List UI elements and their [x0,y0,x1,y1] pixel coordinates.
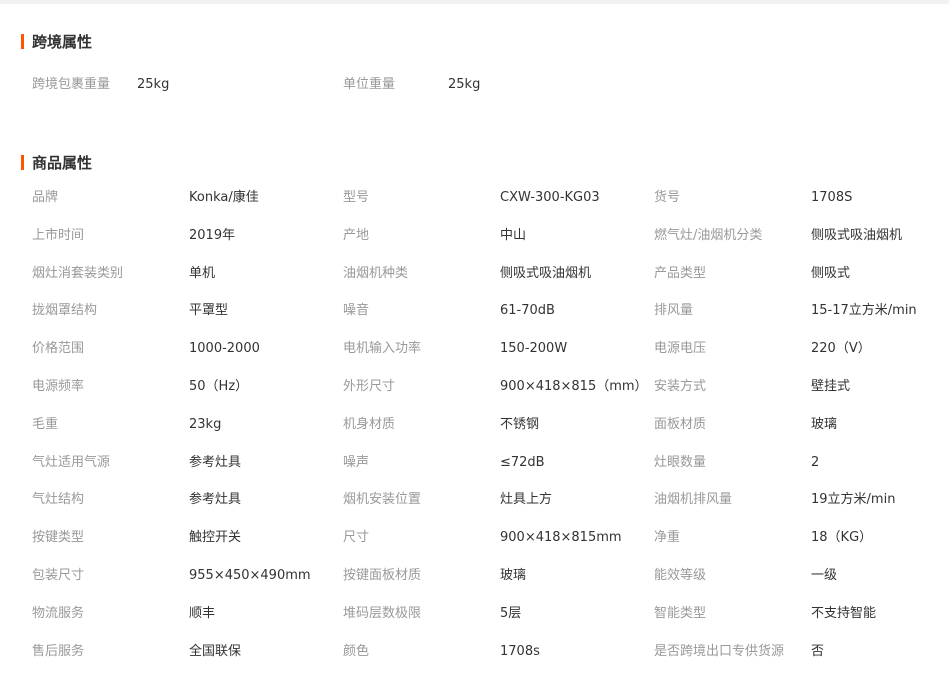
attr-value: 玻璃 [811,417,838,432]
attr-label: 电源频率 [32,379,85,394]
attr-value: 18（KG） [811,530,873,545]
attr-label: 品牌 [32,190,59,205]
attr-label: 型号 [343,190,370,205]
attr-label: 气灶适用气源 [32,455,111,470]
attr-label: 灶眼数量 [654,455,707,470]
attr-label: 噪音 [343,303,370,318]
attr-label: 售后服务 [32,644,85,659]
attr-label: 智能类型 [654,606,707,621]
attr-value: CXW-300-KG03 [500,190,600,205]
attr-value: 900×418×815mm [500,530,622,545]
attr-label: 物流服务 [32,606,85,621]
attr-value: 1708s [500,644,540,659]
attr-label: 净重 [654,530,681,545]
attr-value: 灶具上方 [500,492,553,507]
attr-label: 产品类型 [654,266,707,281]
attr-label: 机身材质 [343,417,396,432]
attr-label: 跨境包裹重量 [32,77,111,92]
attr-value: 1000-2000 [189,341,260,356]
attr-value: 19立方米/min [811,492,896,507]
attr-label: 面板材质 [654,417,707,432]
attr-value: 参考灶具 [189,455,242,470]
attr-value: 150-200W [500,341,568,356]
product-title-text: 商品属性 [32,153,93,172]
attr-value: 61-70dB [500,303,555,318]
attr-label: 价格范围 [32,341,85,356]
attr-label: 噪声 [343,455,370,470]
attr-value: 5层 [500,606,522,621]
attr-label: 堆码层数极限 [343,606,422,621]
attr-label: 尺寸 [343,530,370,545]
attr-value: 2 [811,455,820,470]
attr-value: ≤72dB [500,455,545,470]
attr-value: 参考灶具 [189,492,242,507]
attr-label: 电机输入功率 [343,341,422,356]
section-accent-bar [21,154,24,170]
attr-value: 不锈钢 [500,417,540,432]
attr-label: 气灶结构 [32,492,85,507]
cross-border-title-text: 跨境属性 [32,32,93,51]
attr-value: 全国联保 [189,644,242,659]
attr-value: 不支持智能 [811,606,877,621]
attr-label: 能效等级 [654,568,707,583]
attr-label: 油烟机种类 [343,266,409,281]
attr-value: 中山 [500,228,527,243]
attr-label: 包装尺寸 [32,568,85,583]
attr-value: 2019年 [189,228,236,243]
attr-value: 25kg [137,77,170,92]
attr-label: 拢烟罩结构 [32,303,98,318]
attr-label: 外形尺寸 [343,379,396,394]
cross-border-section-title: 跨境属性 [21,31,92,51]
attr-label: 排风量 [654,303,694,318]
attr-value: 触控开关 [189,530,242,545]
attr-value: 955×450×490mm [189,568,311,583]
attr-label: 是否跨境出口专供货源 [654,644,785,659]
attr-value: 一级 [811,568,838,583]
attr-value: 50（Hz） [189,379,249,394]
attr-label: 烟机安装位置 [343,492,422,507]
attr-label: 油烟机排风量 [654,492,733,507]
attr-value: 侧吸式 [811,266,851,281]
attr-label: 产地 [343,228,370,243]
attr-value: 玻璃 [500,568,527,583]
attr-label: 安装方式 [654,379,707,394]
attr-value: 单机 [189,266,216,281]
attr-value: 平罩型 [189,303,229,318]
attr-value: 220（V） [811,341,871,356]
section-accent-bar [21,33,24,49]
attr-label: 按键类型 [32,530,85,545]
attr-value: 900×418×815（mm） [500,379,648,394]
attr-value: 25kg [448,77,481,92]
attr-label: 货号 [654,190,681,205]
attr-value: 1708S [811,190,853,205]
attr-label: 颜色 [343,644,370,659]
attr-label: 燃气灶/油烟机分类 [654,228,763,243]
attr-value: 侧吸式吸油烟机 [500,266,592,281]
attr-label: 毛重 [32,417,59,432]
attr-label: 电源电压 [654,341,707,356]
attr-value: 15-17立方米/min [811,303,917,318]
attr-value: 23kg [189,417,222,432]
top-divider [0,0,949,4]
attr-label: 上市时间 [32,228,85,243]
attr-label: 按键面板材质 [343,568,422,583]
attr-label: 烟灶消套装类别 [32,266,124,281]
product-section-title: 商品属性 [21,152,92,172]
attr-value: 壁挂式 [811,379,851,394]
attr-value: 侧吸式吸油烟机 [811,228,903,243]
attr-value: 否 [811,644,825,659]
attr-value: Konka/康佳 [189,190,259,205]
attr-value: 顺丰 [189,606,216,621]
attr-label: 单位重量 [343,77,396,92]
